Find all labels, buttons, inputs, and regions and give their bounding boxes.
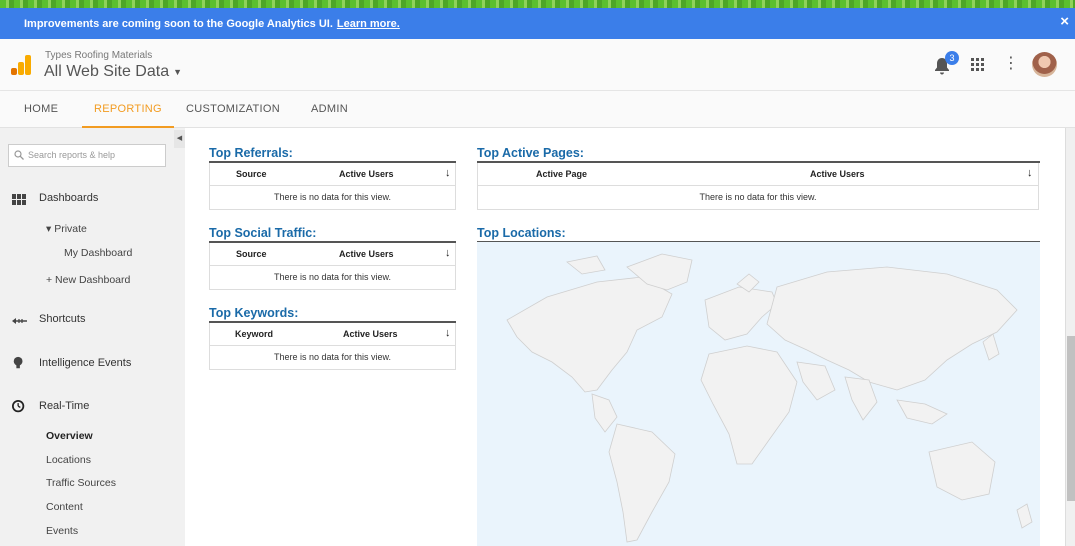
sort-arrow-icon[interactable]: ↓ <box>445 327 451 339</box>
app-header: Types Roofing Materials All Web Site Dat… <box>0 39 1075 91</box>
shortcuts-icon <box>12 318 27 324</box>
column-header-keyword[interactable]: Keyword <box>235 329 273 339</box>
property-selector[interactable]: All Web Site Data ▼ <box>44 63 182 81</box>
sidebar-item-private[interactable]: ▾ Private <box>46 223 87 235</box>
learn-more-link[interactable]: Learn more. <box>337 18 400 30</box>
column-header-active-users[interactable]: Active Users <box>339 169 394 179</box>
scrollbar-thumb[interactable] <box>1067 336 1075 501</box>
top-social-traffic-table: Source Active Users ↓ There is no data f… <box>209 243 456 290</box>
clock-icon <box>12 400 25 413</box>
top-social-traffic-title: Top Social Traffic: <box>209 226 456 243</box>
top-active-pages-title: Top Active Pages: <box>477 146 1040 163</box>
search-input[interactable]: Search reports & help <box>8 144 166 167</box>
sidebar-item-new-dashboard[interactable]: + New Dashboard <box>46 274 130 286</box>
announcement-banner: Improvements are coming soon to the Goog… <box>0 8 1075 39</box>
sidebar-item-dashboards[interactable]: Dashboards <box>39 192 98 204</box>
tab-reporting[interactable]: REPORTING <box>82 91 174 128</box>
sort-arrow-icon[interactable]: ↓ <box>445 247 451 259</box>
lightbulb-icon <box>13 356 23 369</box>
bookmarks-bar <box>0 0 1075 8</box>
sidebar-item-locations[interactable]: Locations <box>46 454 91 466</box>
world-map-graphic <box>506 253 1033 543</box>
sort-arrow-icon[interactable]: ↓ <box>1027 167 1033 179</box>
notification-badge: 3 <box>945 51 959 65</box>
tab-admin[interactable]: ADMIN <box>311 91 348 128</box>
column-header-source[interactable]: Source <box>236 249 267 259</box>
top-keywords-table: Keyword Active Users ↓ There is no data … <box>209 323 456 370</box>
top-keywords-title: Top Keywords: <box>209 306 456 323</box>
sidebar-item-events[interactable]: Events <box>46 525 78 537</box>
top-active-pages-table: Active Page Active Users ↓ There is no d… <box>477 163 1039 210</box>
dashboards-icon <box>12 194 26 205</box>
banner-text: Improvements are coming soon to the Goog… <box>24 17 333 30</box>
sidebar-item-content[interactable]: Content <box>46 501 83 513</box>
account-name: Types Roofing Materials <box>45 50 153 61</box>
sidebar-item-overview[interactable]: Overview <box>46 430 93 442</box>
apps-grid-icon[interactable] <box>971 58 985 72</box>
sidebar-item-real-time[interactable]: Real-Time <box>39 400 89 412</box>
tab-home[interactable]: HOME <box>24 91 58 128</box>
tab-customization[interactable]: CUSTOMIZATION <box>186 91 280 128</box>
empty-message: There is no data for this view. <box>273 352 392 362</box>
close-icon[interactable]: × <box>1060 13 1069 30</box>
sidebar-item-my-dashboard[interactable]: My Dashboard <box>64 247 132 259</box>
top-referrals-title: Top Referrals: <box>209 146 456 163</box>
top-referrals-table: Source Active Users ↓ There is no data f… <box>209 163 456 210</box>
empty-message: There is no data for this view. <box>699 192 817 202</box>
column-header-active-users[interactable]: Active Users <box>343 329 398 339</box>
more-vert-icon[interactable]: ⋮ <box>1003 56 1019 74</box>
empty-message: There is no data for this view. <box>273 192 392 202</box>
column-header-active-users[interactable]: Active Users <box>810 169 865 179</box>
search-icon <box>14 150 24 160</box>
analytics-logo-icon[interactable] <box>11 55 31 75</box>
column-header-source[interactable]: Source <box>236 169 267 179</box>
sidebar-item-traffic-sources[interactable]: Traffic Sources <box>46 477 116 489</box>
user-avatar[interactable] <box>1032 52 1057 77</box>
world-map[interactable] <box>477 242 1040 546</box>
search-placeholder: Search reports & help <box>28 150 116 160</box>
main-nav: HOME REPORTING CUSTOMIZATION ADMIN <box>0 91 1075 128</box>
top-locations-title: Top Locations: <box>477 226 1040 243</box>
caret-down-icon: ▼ <box>173 66 183 77</box>
column-header-active-page[interactable]: Active Page <box>536 169 587 179</box>
sidebar-item-shortcuts[interactable]: Shortcuts <box>39 313 85 325</box>
page-scrollbar[interactable] <box>1065 128 1075 546</box>
column-header-active-users[interactable]: Active Users <box>339 249 394 259</box>
sidebar: ◀ Search reports & help Dashboards ▾ Pri… <box>0 128 185 546</box>
notification-bell-icon[interactable]: 3 <box>934 51 959 75</box>
property-name: All Web Site Data <box>44 63 170 80</box>
sidebar-item-intelligence-events[interactable]: Intelligence Events <box>39 357 131 369</box>
empty-message: There is no data for this view. <box>273 272 392 282</box>
sort-arrow-icon[interactable]: ↓ <box>445 167 451 179</box>
collapse-sidebar-icon[interactable]: ◀ <box>174 130 185 148</box>
